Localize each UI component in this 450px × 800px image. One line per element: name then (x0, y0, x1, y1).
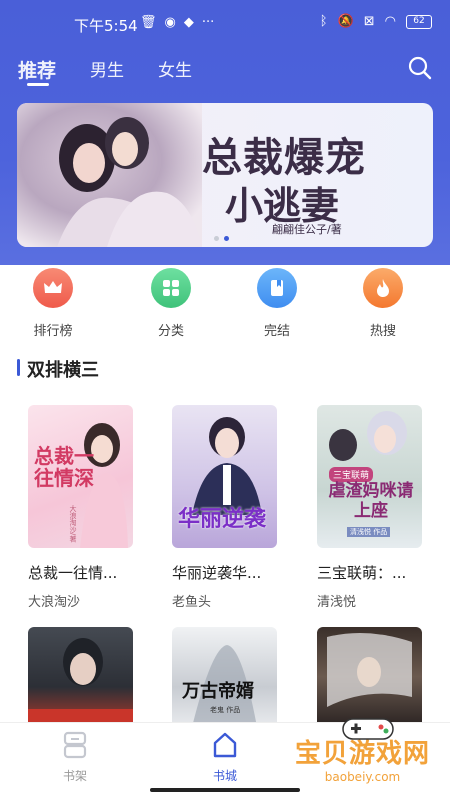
tab-recommend[interactable]: 推荐 (18, 56, 56, 83)
category-tabs: 推荐 男生 女生 (18, 56, 192, 83)
watermark-url: baobeiy.com (324, 770, 401, 784)
quick-item-ranking[interactable]: 排行榜 (18, 268, 88, 339)
cover-title: 虐渣妈咪请上座 (328, 481, 414, 521)
sim-icon: ⊠ (363, 14, 375, 29)
quick-item-category[interactable]: 分类 (136, 268, 206, 339)
book-author: 大浪淘沙 (28, 595, 81, 610)
book-card[interactable]: 总裁一往情深 大浪淘沙/著 总裁一往情... 大浪淘沙 (28, 405, 133, 610)
quick-item-label: 分类 (157, 324, 184, 339)
status-time: 下午5:54 (74, 17, 138, 35)
crown-icon (33, 268, 73, 308)
bookshelf-icon (63, 731, 87, 759)
section-accent-bar (17, 359, 20, 376)
cover-author: 清浅悦 作品 (347, 527, 391, 537)
cover-title: 华丽逆袭 (178, 506, 267, 532)
book-cover: 万古帝婿 老鬼 作品 (172, 627, 277, 727)
more-icon: ··· (201, 15, 215, 30)
carousel-dot (214, 236, 219, 241)
book-cover: 三宝联萌 虐渣妈咪请上座 清浅悦 作品 (317, 405, 422, 548)
bookmark-icon (257, 268, 297, 308)
carousel-indicator (214, 236, 229, 241)
banner-illustration (17, 103, 202, 247)
book-title: 三宝联萌：... (317, 564, 407, 582)
quick-item-label: 热搜 (369, 324, 396, 339)
tab-male[interactable]: 男生 (90, 56, 124, 83)
cover-series: 三宝联萌 (329, 467, 374, 482)
section-title: 双排横三 (27, 360, 99, 381)
nav-label: 书城 (212, 769, 237, 783)
quick-menu: 排行榜 分类 完结 热搜 (0, 268, 450, 348)
bluetooth-icon: ᛒ (319, 14, 328, 29)
carousel-dot-active (224, 236, 229, 241)
promo-banner[interactable]: 总裁爆宠 小逃妻 翩翩佳公子/著 (17, 103, 433, 247)
app-icon: ◆ (183, 15, 194, 30)
cover-author: 老鬼 作品 (210, 706, 241, 714)
quick-item-label: 排行榜 (33, 324, 73, 339)
nav-bookstore[interactable]: 书城 (195, 731, 255, 784)
book-card[interactable]: 三宝联萌 虐渣妈咪请上座 清浅悦 作品 三宝联萌：... 清浅悦 (317, 405, 422, 610)
gamepad-icon (342, 718, 394, 740)
book-cover: 总裁一往情深 大浪淘沙/著 (28, 405, 133, 548)
tab-female[interactable]: 女生 (158, 56, 192, 83)
fire-icon (363, 268, 403, 308)
status-notification-icons: 🗑 ◉ ◆ ··· (140, 15, 214, 30)
status-system-icons: ᛒ 🔕 ⊠ ◠ 62 (320, 14, 432, 29)
book-cover (317, 627, 422, 727)
mute-icon: 🔕 (337, 14, 354, 29)
quick-item-completed[interactable]: 完结 (242, 268, 312, 339)
cover-title: 万古帝婿 (182, 681, 254, 702)
nav-bookshelf[interactable]: 书架 (45, 731, 105, 784)
search-icon[interactable] (407, 55, 433, 81)
battery-icon: 62 (406, 14, 432, 29)
book-cover: 华丽逆袭 (172, 405, 277, 548)
app-icon: ◉ (164, 15, 176, 30)
status-bar: 下午5:54 🗑 ◉ ◆ ··· ᛒ 🔕 ⊠ ◠ 62 (0, 0, 450, 44)
book-card[interactable] (317, 627, 422, 727)
banner-author: 翩翩佳公子/著 (272, 223, 342, 236)
nav-label: 书架 (62, 769, 87, 783)
quick-item-hot-search[interactable]: 热搜 (348, 268, 418, 339)
cover-author: 大浪淘沙/著 (69, 505, 77, 543)
book-title: 华丽逆袭华... (172, 564, 262, 582)
watermark: 宝贝游戏网 baobeiy.com (295, 718, 430, 784)
tab-active-indicator (27, 83, 49, 86)
book-author: 老鱼头 (172, 595, 212, 610)
book-card[interactable]: 万古帝婿 老鬼 作品 (172, 627, 277, 727)
book-author: 清浅悦 (317, 595, 357, 610)
book-card[interactable] (28, 627, 133, 727)
grid-icon (151, 268, 191, 308)
cover-title: 总裁一往情深 (34, 444, 94, 490)
book-card[interactable]: 华丽逆袭 华丽逆袭华... 老鱼头 (172, 405, 277, 610)
book-cover (28, 627, 133, 727)
wifi-icon: ◠ (384, 14, 396, 29)
trash-icon: 🗑 (140, 15, 157, 30)
quick-item-label: 完结 (263, 324, 290, 339)
book-title: 总裁一往情... (28, 564, 118, 582)
home-indicator[interactable] (150, 788, 300, 792)
home-icon (213, 732, 237, 758)
